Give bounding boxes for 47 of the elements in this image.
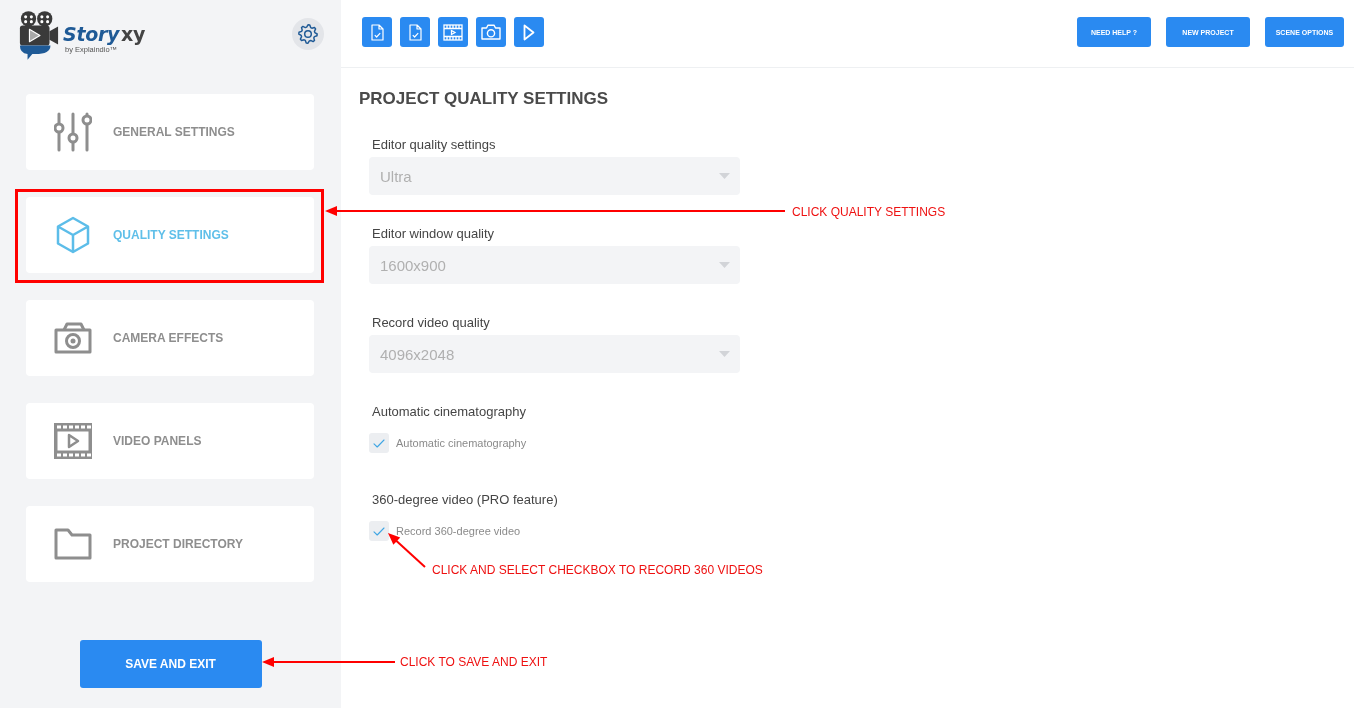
- toolbar-button[interactable]: [400, 17, 430, 47]
- checkmark-icon: [373, 438, 385, 448]
- field-label: Editor window quality: [371, 225, 495, 243]
- checkmark-icon: [373, 526, 385, 536]
- checkbox[interactable]: [369, 433, 389, 453]
- caret-icon: [719, 173, 730, 179]
- camera-icon: [54, 322, 92, 354]
- document-check-icon: [408, 23, 422, 41]
- film-icon: [54, 423, 92, 459]
- sliders-icon: [54, 112, 92, 152]
- sidebar-item[interactable]: CAMERA EFFECTS: [26, 300, 314, 376]
- caret-icon: [719, 262, 730, 268]
- folder-icon: [54, 528, 92, 560]
- toolbar-button[interactable]: [514, 17, 544, 47]
- toolbar-button[interactable]: [362, 17, 392, 47]
- logo-text: Storyxy: [63, 23, 146, 45]
- page-title: PROJECT QUALITY SETTINGS: [359, 88, 609, 110]
- callout-text: CLICK TO SAVE AND EXIT: [400, 655, 548, 669]
- caret-icon: [719, 351, 730, 357]
- sidebar-item[interactable]: GENERAL SETTINGS: [26, 94, 314, 170]
- sidebar-item[interactable]: PROJECT DIRECTORY: [26, 506, 314, 582]
- settings-icon: [297, 23, 319, 45]
- play-icon: [523, 23, 535, 41]
- logo-icon: [18, 10, 60, 60]
- callout-text: CLICK AND SELECT CHECKBOX TO RECORD 360 VIDEOS: [432, 563, 763, 577]
- callout-text: CLICK QUALITY SETTINGS: [792, 205, 946, 219]
- sidebar-item[interactable]: QUALITY SETTINGS: [26, 197, 314, 273]
- dropdown-field[interactable]: 1600x900: [369, 246, 740, 284]
- field-label: Automatic cinematography: [371, 403, 526, 421]
- field-label: Editor quality settings: [371, 136, 496, 154]
- toolbar-button[interactable]: [476, 17, 506, 47]
- save-and-exit-button[interactable]: SAVE AND EXIT: [79, 640, 262, 688]
- checkbox[interactable]: [369, 521, 389, 541]
- sidebar-item[interactable]: VIDEO PANELS: [26, 403, 314, 479]
- camera-icon: [481, 24, 501, 40]
- checkbox-label: Record 360-degree video: [396, 525, 521, 537]
- checkbox-label: Automatic cinematography: [396, 437, 527, 449]
- field-label: Record video quality: [371, 314, 490, 332]
- dropdown-field[interactable]: 4096x2048: [369, 335, 740, 373]
- dropdown-field[interactable]: Ultra: [369, 157, 740, 195]
- callout-arrow: [388, 533, 426, 568]
- field-label: 360-degree video (PRO feature): [371, 491, 558, 509]
- cube-icon: [56, 216, 90, 254]
- document-check-icon: [370, 23, 384, 41]
- settings-button[interactable]: [292, 18, 324, 50]
- film-icon: [443, 23, 463, 41]
- toolbar-button[interactable]: [438, 17, 468, 47]
